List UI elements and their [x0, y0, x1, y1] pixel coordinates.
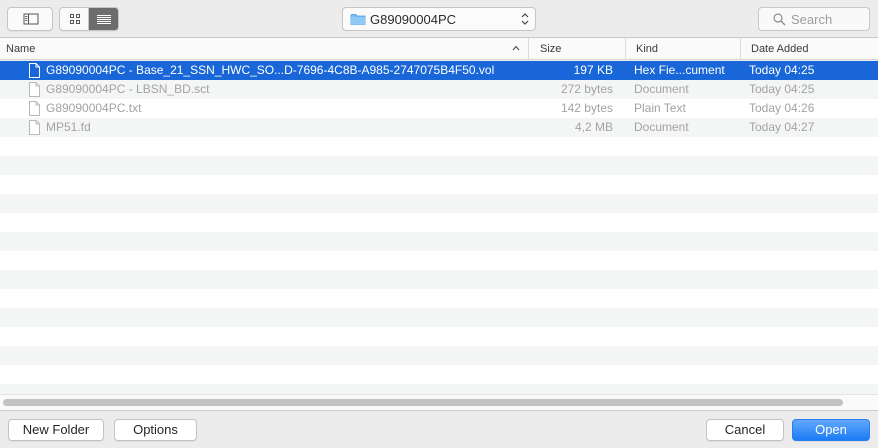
- file-row[interactable]: G89090004PC - LBSN_BD.sct 272 bytes Docume…: [0, 80, 878, 99]
- column-header: Name Size Kind Date Added: [0, 38, 878, 60]
- file-kind: Hex Fie...cument: [634, 63, 725, 77]
- column-header-name[interactable]: Name: [0, 38, 528, 60]
- grid-icon: [70, 14, 80, 24]
- empty-row: [0, 270, 878, 289]
- column-size-label: Size: [540, 43, 562, 55]
- file-date-added: Today 04:25: [749, 82, 815, 96]
- file-date-added: Today 04:25: [749, 63, 815, 77]
- horizontal-scrollbar[interactable]: [0, 394, 878, 410]
- options-button[interactable]: Options: [114, 419, 197, 441]
- column-header-kind[interactable]: Kind: [625, 38, 740, 60]
- file-list: G89090004PC - Base_21_SSN_HWC_SO...D-769…: [0, 61, 878, 394]
- empty-row: [0, 175, 878, 194]
- document-icon: [29, 63, 40, 78]
- column-name-label: Name: [6, 43, 36, 55]
- file-size: 197 KB: [573, 63, 613, 77]
- empty-row: [0, 213, 878, 232]
- column-header-date-added[interactable]: Date Added: [740, 38, 878, 60]
- location-popup[interactable]: G89090004PC: [342, 7, 536, 31]
- location-label: G89090004PC: [370, 12, 457, 27]
- search-input[interactable]: [791, 10, 867, 28]
- file-size: 142 bytes: [560, 101, 613, 115]
- scrollbar-thumb[interactable]: [3, 399, 843, 406]
- sidebar-toggle-button[interactable]: [7, 7, 53, 31]
- empty-row: [0, 137, 878, 156]
- empty-row: [0, 308, 878, 327]
- search-field[interactable]: [758, 7, 870, 31]
- empty-row: [0, 251, 878, 270]
- column-date-label: Date Added: [751, 43, 809, 55]
- folder-icon: [350, 14, 366, 25]
- search-icon: [773, 13, 786, 26]
- open-button[interactable]: Open: [792, 419, 870, 441]
- bottom-bar: New Folder Options Cancel Open: [0, 410, 878, 448]
- empty-row: [0, 156, 878, 175]
- chevron-updown-icon: [521, 13, 529, 25]
- file-name: G89090004PC - Base_21_SSN_HWC_SO...D-769…: [46, 63, 495, 77]
- file-row[interactable]: G89090004PC - Base_21_SSN_HWC_SO...D-769…: [0, 61, 878, 80]
- file-name: G89090004PC.txt: [46, 101, 142, 115]
- empty-row: [0, 232, 878, 251]
- empty-row: [0, 194, 878, 213]
- list-icon: [97, 15, 112, 24]
- column-header-size[interactable]: Size: [528, 38, 625, 60]
- file-row[interactable]: G89090004PC.txt 142 bytes Plain Text Today …: [0, 99, 878, 118]
- document-icon: [29, 101, 40, 116]
- file-date-added: Today 04:26: [749, 101, 815, 115]
- file-kind: Document: [634, 120, 689, 134]
- empty-row: [0, 327, 878, 346]
- document-icon: [29, 120, 40, 135]
- file-name: G89090004PC - LBSN_BD.sct: [46, 82, 210, 96]
- empty-row: [0, 384, 878, 394]
- empty-row: [0, 365, 878, 384]
- document-icon: [29, 82, 40, 97]
- cancel-button[interactable]: Cancel: [706, 419, 784, 441]
- sidebar-icon: [23, 13, 39, 25]
- file-date-added: Today 04:27: [749, 120, 815, 134]
- file-kind: Document: [634, 82, 689, 96]
- file-kind: Plain Text: [634, 101, 686, 115]
- new-folder-button[interactable]: New Folder: [8, 419, 104, 441]
- empty-row: [0, 346, 878, 365]
- file-name: MP51.fd: [46, 120, 91, 134]
- list-view-button[interactable]: [89, 8, 118, 30]
- icon-view-button[interactable]: [60, 8, 90, 30]
- file-size: 4,2 MB: [574, 120, 613, 134]
- file-size: 272 bytes: [560, 82, 613, 96]
- column-kind-label: Kind: [636, 43, 659, 55]
- sort-ascending-icon: [512, 45, 520, 51]
- empty-row: [0, 289, 878, 308]
- file-row[interactable]: MP51.fd 4,2 MB Document Today 04:27: [0, 118, 878, 137]
- view-mode-control: [59, 7, 119, 31]
- toolbar: G89090004PC: [0, 0, 878, 38]
